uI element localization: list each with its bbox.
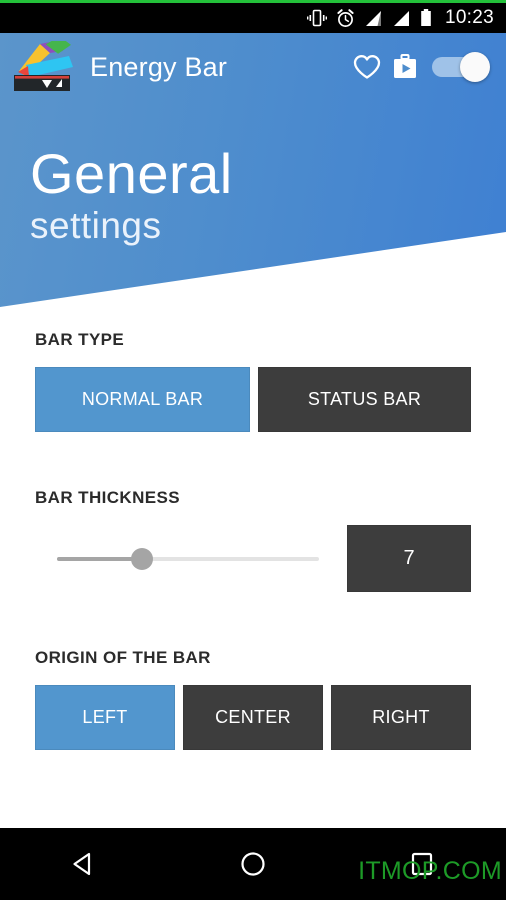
bar-thickness-row: 7 <box>35 525 471 592</box>
android-status-bar: 10:23 <box>0 3 506 33</box>
section-origin-of-the-bar: ORIGIN OF THE BAR LEFT CENTER RIGHT <box>0 648 506 750</box>
settings-content: BAR TYPE NORMAL BAR STATUS BAR BAR THICK… <box>0 330 506 750</box>
bar-thickness-value-label: 7 <box>403 547 415 569</box>
bar-type-button-group: NORMAL BAR STATUS BAR <box>35 367 471 432</box>
bar-thickness-value[interactable]: 7 <box>347 525 471 592</box>
back-icon[interactable] <box>0 849 169 879</box>
master-enable-toggle[interactable] <box>432 50 490 84</box>
blue-header-panel: Energy Bar General settings <box>0 33 506 307</box>
play-store-icon[interactable] <box>386 48 424 86</box>
bar-type-option-status-bar[interactable]: STATUS BAR <box>258 367 471 432</box>
phone-screen: 10:23 Energy Bar General settings BAR TY… <box>0 0 506 900</box>
app-bar: Energy Bar <box>0 33 506 101</box>
status-bar-clock: 10:23 <box>444 7 494 28</box>
site-watermark: ITMOP.COM <box>358 857 502 885</box>
energy-bar-app-icon <box>14 36 78 93</box>
slider-thumb[interactable] <box>131 547 153 570</box>
favorite-heart-icon[interactable] <box>348 48 386 86</box>
battery-icon <box>420 9 432 27</box>
section-label-bar-thickness: BAR THICKNESS <box>35 488 180 507</box>
page-title-block: General settings <box>30 142 233 246</box>
home-icon[interactable] <box>169 849 338 879</box>
slider-track-fill <box>57 556 139 561</box>
android-navigation-bar: ITMOP.COM <box>0 828 506 900</box>
section-label-origin: ORIGIN OF THE BAR <box>35 648 211 667</box>
section-bar-thickness: BAR THICKNESS 7 <box>0 488 506 592</box>
origin-option-left[interactable]: LEFT <box>35 685 175 750</box>
page-title: General <box>30 142 233 205</box>
signal-icon <box>392 10 411 27</box>
origin-option-right[interactable]: RIGHT <box>331 685 471 750</box>
origin-option-right-label: RIGHT <box>372 707 430 727</box>
bar-type-option-normal-bar-label: NORMAL BAR <box>81 389 204 409</box>
origin-button-group: LEFT CENTER RIGHT <box>35 685 471 750</box>
origin-option-left-label: LEFT <box>82 707 128 727</box>
app-title: Energy Bar <box>90 51 228 82</box>
bar-type-option-normal-bar[interactable]: NORMAL BAR <box>35 367 250 432</box>
origin-option-center[interactable]: CENTER <box>183 685 323 750</box>
page-subtitle: settings <box>30 204 162 246</box>
alarm-icon <box>336 8 355 28</box>
vibrate-icon <box>306 9 327 27</box>
bar-type-option-status-bar-label: STATUS BAR <box>307 389 422 409</box>
section-label-bar-type: BAR TYPE <box>35 330 125 349</box>
bar-thickness-slider[interactable] <box>35 544 347 574</box>
signal-icon <box>364 10 383 27</box>
section-bar-type: BAR TYPE NORMAL BAR STATUS BAR <box>0 330 506 432</box>
origin-option-center-label: CENTER <box>215 707 291 727</box>
toggle-thumb <box>460 52 490 82</box>
